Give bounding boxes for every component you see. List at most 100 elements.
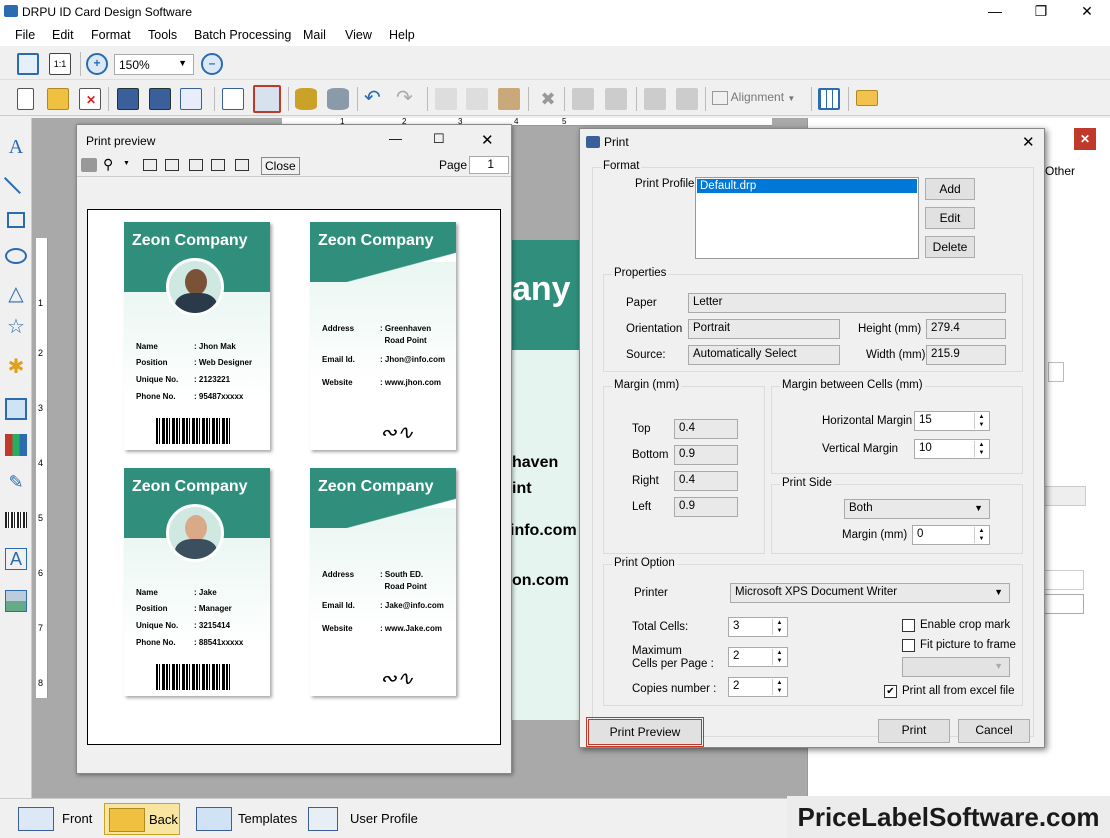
spinner-icon[interactable]: ▲ ▼ — [974, 413, 988, 429]
signature-icon[interactable]: ✎ — [5, 472, 27, 494]
undo-icon[interactable]: ↶ — [364, 88, 386, 110]
menu-format[interactable]: Format — [91, 28, 131, 42]
close-icon[interactable]: ✕ — [481, 131, 494, 149]
minimize-icon[interactable]: — — [389, 131, 402, 146]
side-margin-input[interactable]: 0 ▲ ▼ — [912, 525, 990, 545]
add-profile-button[interactable]: Add — [925, 178, 975, 200]
zoom-select[interactable]: 150% ▼ — [114, 54, 194, 75]
database-icon[interactable] — [295, 88, 317, 110]
fit-to-window-icon[interactable] — [17, 53, 39, 75]
front-tab[interactable]: Front — [14, 803, 98, 835]
minimize-icon[interactable]: — — [972, 0, 1018, 24]
design-card-background[interactable]: any haven int info.com on.com — [510, 240, 580, 720]
menu-tools[interactable]: Tools — [148, 28, 177, 42]
actual-size-button[interactable]: 1:1 — [49, 53, 71, 75]
unlock-icon[interactable] — [676, 88, 698, 110]
edit-profile-button[interactable]: Edit — [925, 207, 975, 229]
close-icon[interactable]: ✕ — [1064, 0, 1110, 24]
print-icon[interactable] — [81, 158, 97, 172]
database-settings-icon[interactable] — [327, 88, 349, 110]
one-page-icon[interactable] — [143, 159, 157, 171]
zoom-in-icon[interactable]: + — [86, 53, 108, 75]
lock-icon[interactable] — [644, 88, 666, 110]
image-icon[interactable] — [5, 398, 27, 420]
send-back-icon[interactable] — [605, 88, 627, 110]
spinner-icon[interactable]: ▲ ▼ — [772, 649, 786, 665]
save-icon[interactable] — [117, 88, 139, 110]
close-icon[interactable]: ✕ — [1022, 133, 1035, 151]
templates-tab[interactable]: Templates — [192, 803, 302, 835]
fit-picture-select[interactable]: ▼ — [902, 657, 1010, 677]
barcode-icon[interactable] — [5, 512, 27, 528]
print-preview-button[interactable]: Print Preview — [586, 717, 704, 747]
six-pages-icon[interactable] — [235, 159, 249, 171]
menu-batch-processing[interactable]: Batch Processing — [194, 28, 291, 42]
text-icon[interactable]: A — [5, 136, 27, 158]
menu-help[interactable]: Help — [389, 28, 415, 42]
panel-dropdown[interactable] — [1044, 594, 1084, 614]
open-icon[interactable] — [47, 88, 69, 110]
page-input[interactable]: 1 — [469, 156, 509, 174]
user-profile-tab[interactable]: User Profile — [304, 803, 418, 835]
print-side-select[interactable]: Both ▼ — [844, 499, 990, 519]
profile-item[interactable]: Default.drp — [697, 179, 917, 193]
triangle-icon[interactable]: △ — [5, 281, 27, 305]
picture-icon[interactable] — [5, 590, 27, 612]
panel-dropdown[interactable] — [1044, 486, 1086, 506]
watermark-icon[interactable]: A — [5, 548, 27, 570]
two-pages-icon[interactable] — [165, 159, 179, 171]
save-as-icon[interactable] — [149, 88, 171, 110]
paste-icon[interactable] — [498, 88, 520, 110]
menu-file[interactable]: File — [15, 28, 35, 42]
four-pages-icon[interactable] — [211, 159, 225, 171]
copy-icon[interactable] — [466, 88, 488, 110]
new-icon[interactable] — [17, 88, 34, 110]
excel-checkbox[interactable]: ✔ — [884, 685, 897, 698]
height-field[interactable]: 279.4 — [926, 319, 1006, 339]
source-field[interactable]: Automatically Select — [688, 345, 840, 365]
symbol-icon[interactable]: ✱ — [5, 354, 27, 378]
menu-edit[interactable]: Edit — [52, 28, 74, 42]
zoom-out-icon[interactable]: – — [201, 53, 223, 75]
redo-icon[interactable]: ↷ — [396, 88, 418, 110]
orientation-field[interactable]: Portrait — [688, 319, 840, 339]
cancel-button[interactable]: Cancel — [958, 719, 1030, 743]
chevron-down-icon[interactable]: ▼ — [123, 160, 130, 167]
close-file-icon[interactable]: ✕ — [79, 88, 101, 110]
panel-close-icon[interactable]: ✕ — [1074, 128, 1096, 150]
left-margin-field[interactable]: 0.9 — [674, 497, 738, 517]
delete-profile-button[interactable]: Delete — [925, 236, 975, 258]
cut-icon[interactable] — [435, 88, 457, 110]
print-icon[interactable] — [253, 85, 281, 113]
crop-mark-checkbox[interactable] — [902, 619, 915, 632]
bottom-margin-field[interactable]: 0.9 — [674, 445, 738, 465]
three-pages-icon[interactable] — [189, 159, 203, 171]
preview-close-button[interactable]: Close — [261, 157, 300, 175]
spinner-icon[interactable]: ▲ ▼ — [772, 679, 786, 695]
menu-mail[interactable]: Mail — [303, 28, 326, 42]
ellipse-icon[interactable] — [5, 248, 27, 264]
library-icon[interactable] — [5, 434, 27, 456]
maximize-icon[interactable]: ❐ — [1018, 0, 1064, 24]
mail-icon[interactable] — [856, 90, 878, 106]
print-preview-icon[interactable] — [222, 88, 244, 110]
paper-field[interactable]: Letter — [688, 293, 1006, 313]
spinner-icon[interactable]: ▲ ▼ — [974, 527, 988, 543]
spinner-icon[interactable]: ▲ ▼ — [974, 441, 988, 457]
panel-field[interactable] — [1044, 570, 1084, 590]
alignment-dropdown[interactable]: Alignment ▼ — [712, 90, 808, 110]
top-margin-field[interactable]: 0.4 — [674, 419, 738, 439]
print-button[interactable]: Print — [878, 719, 950, 743]
printer-select[interactable]: Microsoft XPS Document Writer ▼ — [730, 583, 1010, 603]
copies-input[interactable]: 2 ▲ ▼ — [728, 677, 788, 697]
rectangle-icon[interactable] — [7, 212, 25, 228]
zoom-icon[interactable]: ⚲ — [103, 156, 113, 173]
total-cells-input[interactable]: 3 ▲ ▼ — [728, 617, 788, 637]
panel-spinner[interactable] — [1048, 362, 1064, 382]
tab-other[interactable]: Other — [1045, 164, 1075, 178]
export-icon[interactable] — [180, 88, 202, 110]
right-margin-field[interactable]: 0.4 — [674, 471, 738, 491]
menu-view[interactable]: View — [345, 28, 372, 42]
hmargin-input[interactable]: 15 ▲ ▼ — [914, 411, 990, 431]
fit-picture-checkbox[interactable] — [902, 639, 915, 652]
